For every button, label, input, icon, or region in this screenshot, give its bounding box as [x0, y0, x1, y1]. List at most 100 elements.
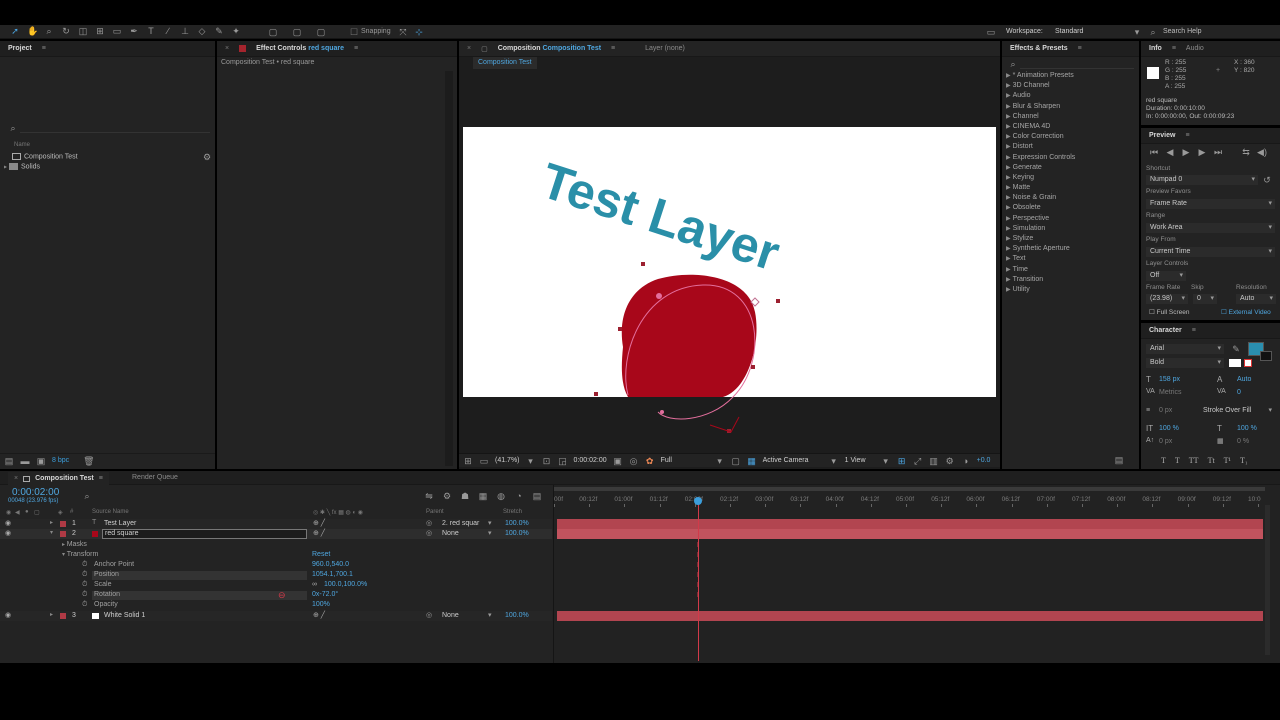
- effect-controls-tab[interactable]: Effect Controls red square: [256, 45, 344, 52]
- chevron-down-icon[interactable]: ▾: [715, 456, 725, 466]
- source-name-header[interactable]: Source Name: [92, 509, 129, 515]
- horizontal-scale-value[interactable]: 100 %: [1237, 425, 1257, 432]
- project-name-header[interactable]: Name: [14, 142, 30, 148]
- new-folder-icon[interactable]: ▬: [20, 456, 30, 466]
- layer-name[interactable]: Test Layer: [104, 520, 136, 527]
- playhead-handle[interactable]: [693, 497, 702, 505]
- effect-category[interactable]: ▶ CINEMA 4D: [1006, 122, 1075, 132]
- audio-tab[interactable]: Audio: [1186, 45, 1204, 52]
- preview-tab[interactable]: Preview: [1149, 132, 1175, 139]
- effect-category[interactable]: ▶ Obsolete: [1006, 203, 1075, 213]
- faux-italic-icon[interactable]: T: [1175, 456, 1180, 465]
- comp-mini-flowchart-icon[interactable]: ⇋: [424, 491, 434, 501]
- hand-tool-icon[interactable]: ✋: [27, 26, 38, 36]
- current-timecode[interactable]: 0:00:02:00: [12, 487, 59, 498]
- roto-brush-tool-icon[interactable]: ✎: [214, 26, 224, 36]
- resolution-select[interactable]: Auto: [1236, 294, 1276, 304]
- camera-select[interactable]: Active Camera: [763, 457, 823, 464]
- effect-category[interactable]: ▶ Blur & Sharpen: [1006, 102, 1075, 112]
- effect-category[interactable]: ▶ Channel: [1006, 112, 1075, 122]
- frame-rate-select[interactable]: (23.98): [1146, 294, 1188, 304]
- faux-bold-icon[interactable]: T: [1161, 456, 1166, 465]
- effect-category[interactable]: ▶ Generate: [1006, 163, 1075, 173]
- view-layout-select[interactable]: 1 View: [845, 457, 875, 464]
- flowchart-icon[interactable]: ⚙: [945, 456, 955, 466]
- lock-column-icon[interactable]: ▢: [34, 509, 40, 516]
- last-frame-icon[interactable]: ⏭: [1213, 147, 1223, 157]
- panel-menu-icon[interactable]: ≡: [1172, 45, 1176, 52]
- character-tab[interactable]: Character: [1149, 327, 1182, 334]
- layer-bar-selected[interactable]: [557, 529, 1263, 539]
- eye-icon[interactable]: ◉: [5, 611, 11, 619]
- camera-icon[interactable]: ▣: [613, 456, 623, 466]
- eye-icon[interactable]: ◉: [5, 529, 11, 537]
- parent-select[interactable]: 2. red squar: [442, 520, 492, 527]
- baseline-shift-value[interactable]: 0 px: [1159, 438, 1172, 445]
- motion-blur-icon[interactable]: ◍: [496, 491, 506, 501]
- audio-icon[interactable]: ◀): [1257, 147, 1267, 157]
- interpret-footage-icon[interactable]: ▤: [4, 456, 14, 466]
- effect-category[interactable]: ▶ * Animation Presets: [1006, 71, 1075, 81]
- effects-search-input[interactable]: [1020, 61, 1134, 69]
- stroke-width-value[interactable]: 0 px: [1159, 407, 1172, 414]
- property-row[interactable]: ⏱ Position 1054.1,700.1: [0, 571, 552, 581]
- kerning-value[interactable]: Metrics: [1159, 389, 1182, 396]
- property-row[interactable]: ⏱ Opacity 100%: [0, 601, 552, 611]
- stretch-value[interactable]: 100.0%: [505, 520, 529, 527]
- full-screen-checkbox[interactable]: ☐ Full Screen: [1149, 308, 1190, 316]
- pan-behind-tool-icon[interactable]: ⊞: [95, 26, 105, 36]
- switches-icon[interactable]: ⊕ ╱: [313, 529, 325, 537]
- close-icon[interactable]: ×: [14, 475, 18, 482]
- always-preview-icon[interactable]: ⊞: [463, 456, 473, 466]
- chevron-right-icon[interactable]: ▸: [50, 611, 53, 618]
- workspace-select[interactable]: Standard: [1055, 28, 1083, 35]
- region-of-interest-icon[interactable]: ▢: [731, 456, 741, 466]
- snap-options-icon[interactable]: ⊹: [414, 27, 424, 37]
- time-ruler[interactable]: 00f00:12f01:00f01:12f02:00f02:12f03:00f0…: [554, 493, 1265, 507]
- axis-local-icon[interactable]: ▢: [268, 27, 278, 37]
- effect-category[interactable]: ▶ Matte: [1006, 183, 1075, 193]
- layer-bar[interactable]: [557, 611, 1263, 621]
- scrollbar[interactable]: [445, 71, 453, 466]
- test-layer-text[interactable]: Test Layer: [535, 152, 787, 281]
- keyframe-column[interactable]: IIIIII: [695, 541, 701, 609]
- tracking-value[interactable]: 0: [1237, 389, 1241, 396]
- clone-stamp-tool-icon[interactable]: ⊥: [180, 26, 190, 36]
- stopwatch-icon[interactable]: ⏱: [82, 601, 87, 609]
- play-from-select[interactable]: Current Time: [1146, 247, 1275, 257]
- graph-editor-icon[interactable]: ◔: [514, 491, 524, 501]
- next-frame-icon[interactable]: ▶: [1197, 147, 1207, 157]
- axis-view-icon[interactable]: ▢: [316, 27, 326, 37]
- stroke-color-swatch[interactable]: [1260, 351, 1272, 361]
- layer-row-selected[interactable]: ◉ ▾ 2 red square ⊕ ╱ ◎ None ▾ 100.0%: [0, 529, 552, 539]
- parent-select[interactable]: None: [442, 612, 459, 619]
- reset-icon[interactable]: ↺: [1262, 175, 1272, 185]
- color-channel-icon[interactable]: ✿: [645, 456, 655, 466]
- stroke-mode-select[interactable]: Stroke Over Fill: [1199, 406, 1275, 416]
- trash-icon[interactable]: 🗑: [83, 456, 94, 466]
- layer-tab[interactable]: Layer (none): [645, 45, 685, 52]
- chevron-down-icon[interactable]: ▾: [488, 611, 492, 619]
- effect-category[interactable]: ▶ Distort: [1006, 142, 1075, 152]
- exposure-value[interactable]: +0.0: [977, 457, 991, 464]
- resolution-select[interactable]: Full: [661, 457, 709, 464]
- effect-category[interactable]: ▶ Utility: [1006, 285, 1075, 295]
- time-ruler-area[interactable]: 00f00:12f01:00f01:12f02:00f02:12f03:00f0…: [553, 485, 1280, 663]
- project-item-composition[interactable]: Composition Test: [12, 153, 78, 160]
- lock-icon[interactable]: ▢: [481, 45, 488, 53]
- visibility-column-icon[interactable]: ◉: [6, 509, 11, 516]
- effect-category[interactable]: ▶ Audio: [1006, 91, 1075, 101]
- tsume-value[interactable]: 0 %: [1237, 438, 1249, 445]
- panel-menu-icon[interactable]: ≡: [1078, 45, 1082, 52]
- axis-world-icon[interactable]: ▢: [292, 27, 302, 37]
- loop-icon[interactable]: ⇆: [1241, 147, 1251, 157]
- pen-tool-icon[interactable]: ✒: [129, 26, 139, 36]
- effect-category[interactable]: ▶ Expression Controls: [1006, 153, 1075, 163]
- play-icon[interactable]: ▶: [1181, 147, 1191, 157]
- switches-icon[interactable]: ⊕ ╱: [313, 519, 325, 527]
- type-tool-icon[interactable]: T: [146, 26, 156, 36]
- font-style-select[interactable]: Bold: [1146, 358, 1224, 368]
- audio-column-icon[interactable]: ◀: [15, 509, 20, 516]
- info-tab[interactable]: Info: [1149, 45, 1162, 52]
- layer-bar[interactable]: [557, 519, 1263, 529]
